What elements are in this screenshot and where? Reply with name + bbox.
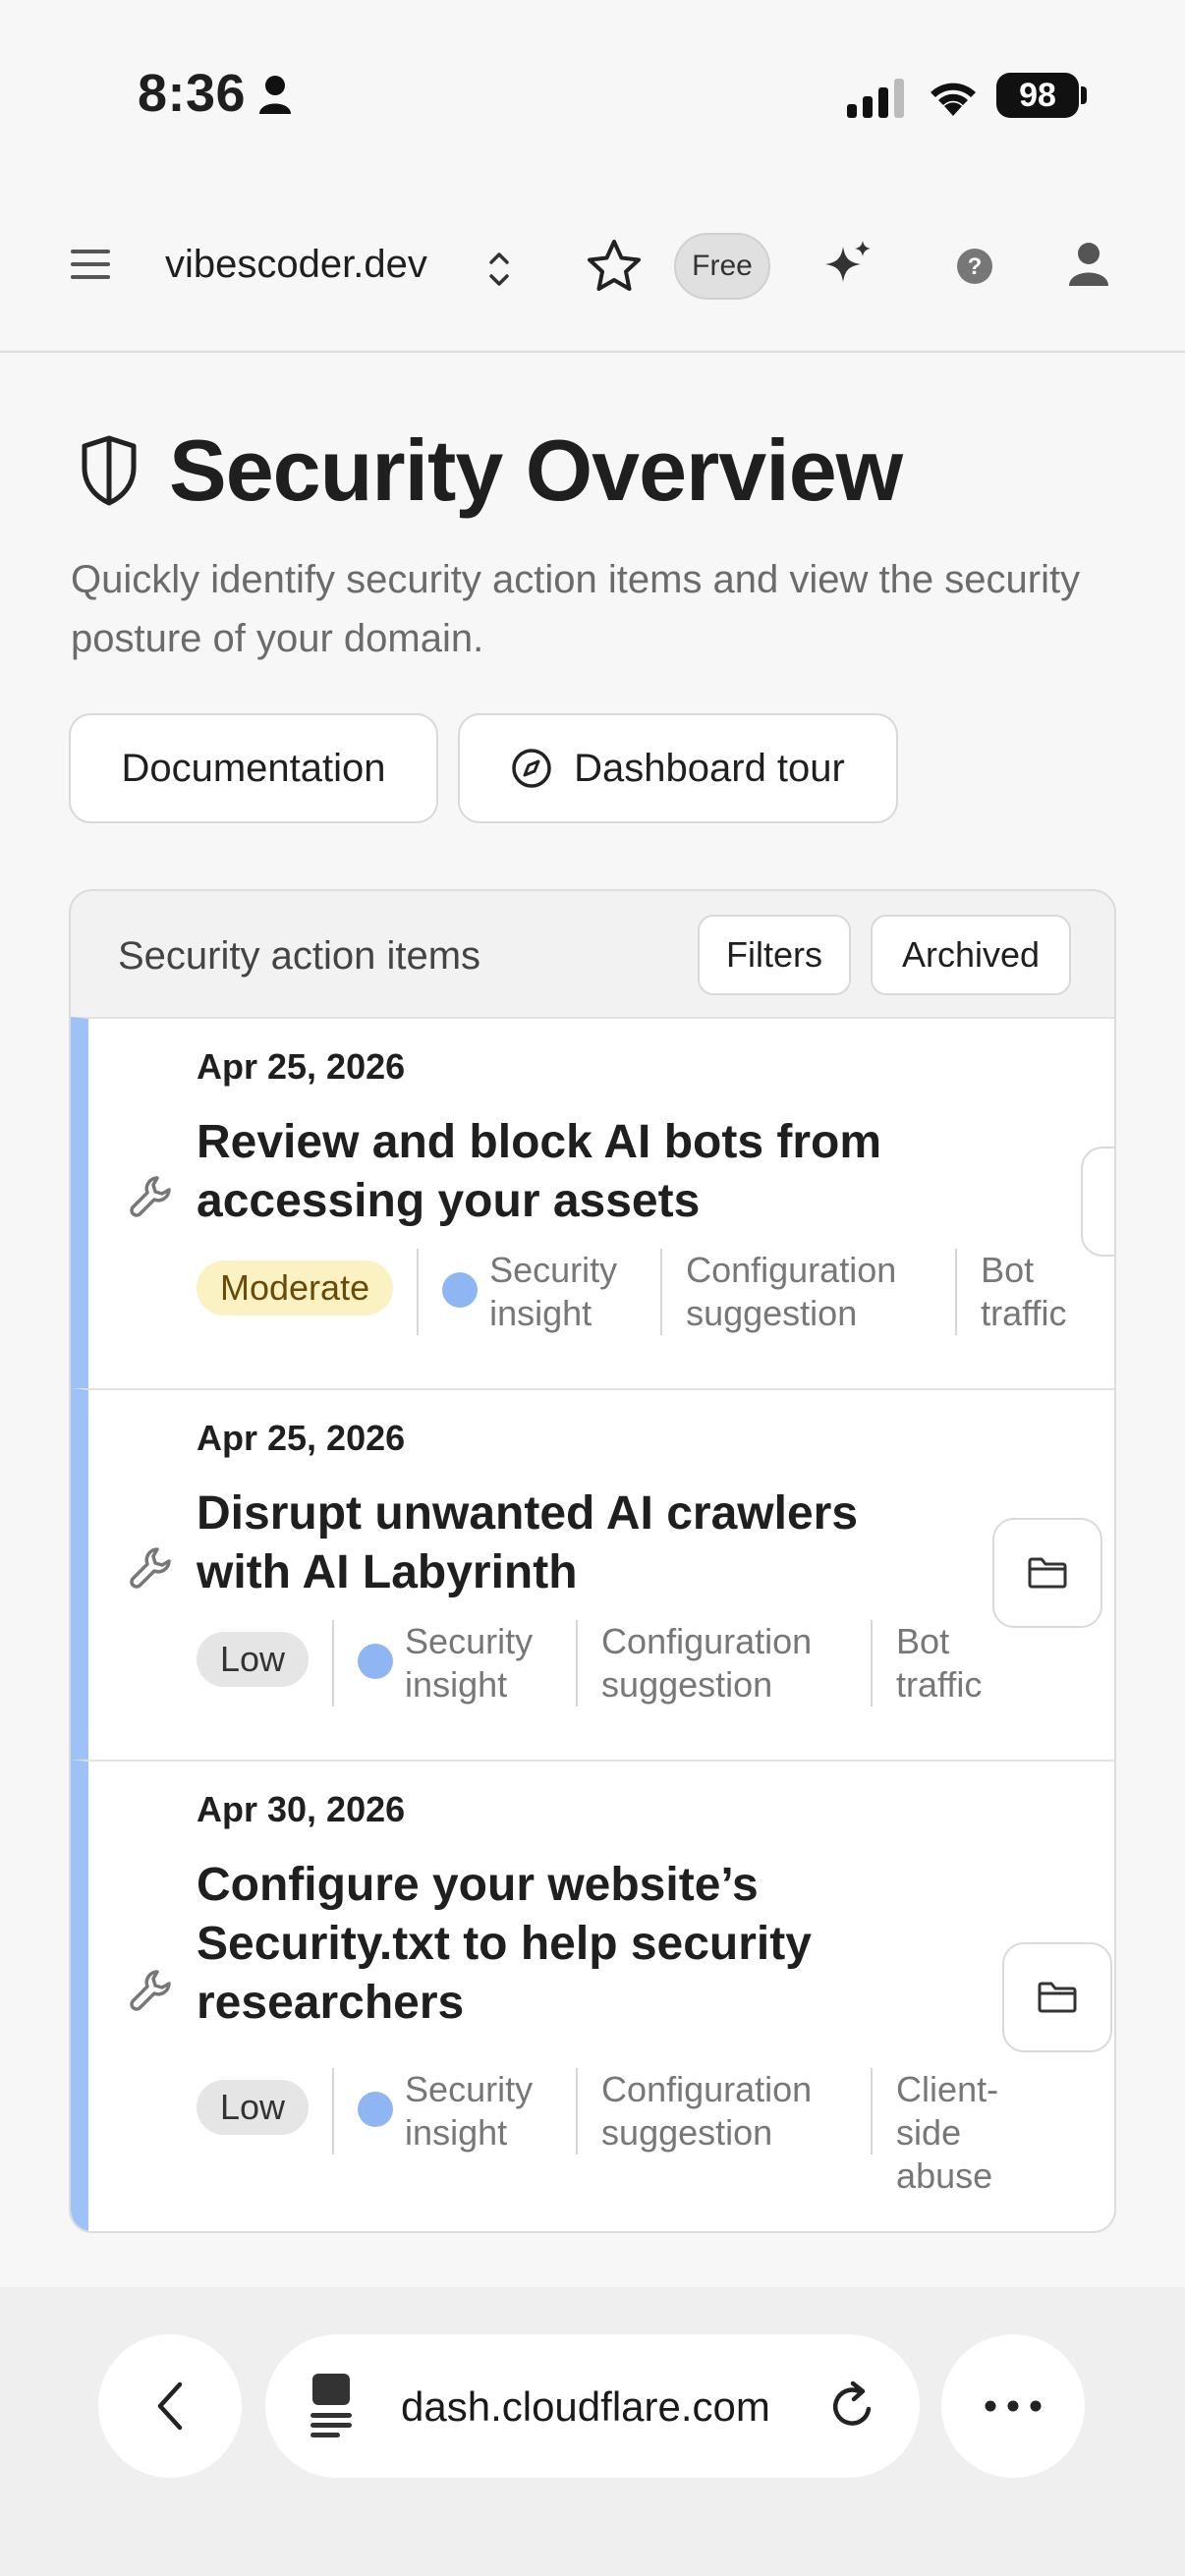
divider [871, 2068, 874, 2155]
tag-configuration-suggestion: Configuration suggestion [601, 1621, 813, 1705]
dashboard-tour-label: Dashboard tour [574, 746, 845, 790]
tag-security-insight: Security insight [405, 1621, 534, 1705]
folder-icon [1038, 1982, 1077, 2013]
card-title: Security action items [118, 934, 481, 978]
item-date: Apr 25, 2026 [197, 1046, 406, 1087]
action-item-list: Apr 25, 2026 Review and block AI bots fr… [71, 1017, 1114, 2231]
tag-configuration-suggestion: Configuration suggestion [686, 1250, 897, 1333]
action-item[interactable]: Apr 25, 2026 Disrupt unwanted AI crawler… [71, 1388, 1114, 1760]
url-text: dash.cloudflare.com [401, 2383, 770, 2430]
wrench-icon [130, 1970, 171, 2011]
item-title[interactable]: Review and block AI bots from accessing … [197, 1113, 983, 1231]
card-header: Security action items Filters Archived [71, 891, 1114, 1017]
item-title[interactable]: Disrupt unwanted AI crawlers with AI Lab… [197, 1484, 963, 1602]
item-meta: Moderate Security insight Configuration … [197, 1249, 1099, 1335]
help-icon[interactable]: ? [955, 247, 994, 286]
chevron-updown-icon[interactable] [485, 247, 513, 292]
divider [660, 1249, 663, 1335]
more-icon [985, 2400, 1042, 2412]
menu-icon[interactable] [71, 248, 110, 281]
compass-icon [512, 749, 551, 788]
sparkle-icon[interactable] [823, 239, 873, 288]
tag-category: Bot traffic [896, 1621, 983, 1705]
security-action-items-card: Security action items Filters Archived A… [69, 889, 1116, 2233]
documentation-label: Documentation [121, 746, 386, 790]
insight-dot [442, 1272, 479, 1308]
item-date: Apr 25, 2026 [197, 1418, 406, 1458]
plan-badge: Free [674, 233, 770, 300]
svg-text:?: ? [968, 253, 983, 280]
shield-icon [82, 435, 137, 506]
star-icon[interactable] [586, 239, 643, 294]
top-nav: vibescoder.dev Free ? [0, 192, 1185, 353]
severity-badge: Low [197, 1632, 310, 1687]
archive-button[interactable] [1081, 1147, 1114, 1257]
folder-icon [1028, 1557, 1067, 1589]
divider [332, 1620, 335, 1707]
reload-icon[interactable] [827, 2378, 876, 2433]
signal-icon [847, 79, 904, 118]
domain-selector[interactable]: vibescoder.dev [165, 243, 427, 287]
status-time: 8:36 [138, 64, 247, 123]
battery-level: 98 [996, 73, 1079, 118]
page-settings-icon[interactable] [309, 2372, 358, 2440]
battery-cap [1081, 86, 1087, 104]
item-meta: Low Security insight Configuration sugge… [197, 2068, 1014, 2198]
back-button[interactable] [98, 2334, 242, 2478]
divider [576, 2068, 579, 2155]
divider [417, 1249, 420, 1335]
status-bar: 8:36 98 [0, 0, 1185, 192]
archive-button[interactable] [992, 1518, 1102, 1628]
severity-badge: Moderate [197, 1260, 394, 1316]
wifi-icon [931, 83, 976, 116]
filters-button[interactable]: Filters [698, 915, 851, 995]
person-icon [259, 76, 291, 114]
severity-badge: Low [197, 2080, 310, 2135]
page-description: Quickly identify security action items a… [71, 558, 1081, 660]
user-icon[interactable] [1067, 241, 1110, 286]
tag-configuration-suggestion: Configuration suggestion [601, 2069, 813, 2153]
dashboard-tour-button[interactable]: Dashboard tour [458, 713, 898, 823]
wrench-icon [130, 1176, 171, 1217]
tag-category: Bot traffic [981, 1250, 1067, 1333]
address-bar[interactable]: dash.cloudflare.com [265, 2334, 920, 2478]
archive-button[interactable] [1002, 1942, 1112, 2052]
item-meta: Low Security insight Configuration sugge… [197, 1620, 1014, 1707]
divider [576, 1620, 579, 1707]
more-button[interactable] [941, 2334, 1085, 2478]
archived-button[interactable]: Archived [871, 915, 1071, 995]
chevron-left-icon [157, 2381, 183, 2431]
wrench-icon [130, 1547, 171, 1589]
insight-dot [358, 1644, 394, 1679]
divider [871, 1620, 874, 1707]
tag-security-insight: Security insight [489, 1250, 618, 1333]
action-item[interactable]: Apr 30, 2026 Configure your website’s Se… [71, 1760, 1114, 2231]
insight-dot [358, 2092, 394, 2127]
divider [332, 2068, 335, 2155]
documentation-button[interactable]: Documentation [69, 713, 438, 823]
item-date: Apr 30, 2026 [197, 1789, 406, 1829]
divider [955, 1249, 958, 1335]
browser-toolbar: dash.cloudflare.com [0, 2287, 1185, 2576]
item-title[interactable]: Configure your website’s Security.txt to… [197, 1856, 904, 2033]
action-item[interactable]: Apr 25, 2026 Review and block AI bots fr… [71, 1017, 1114, 1388]
page-title: Security Overview [169, 421, 903, 519]
tag-category: Client-side abuse [896, 2069, 999, 2196]
tag-security-insight: Security insight [405, 2069, 534, 2153]
